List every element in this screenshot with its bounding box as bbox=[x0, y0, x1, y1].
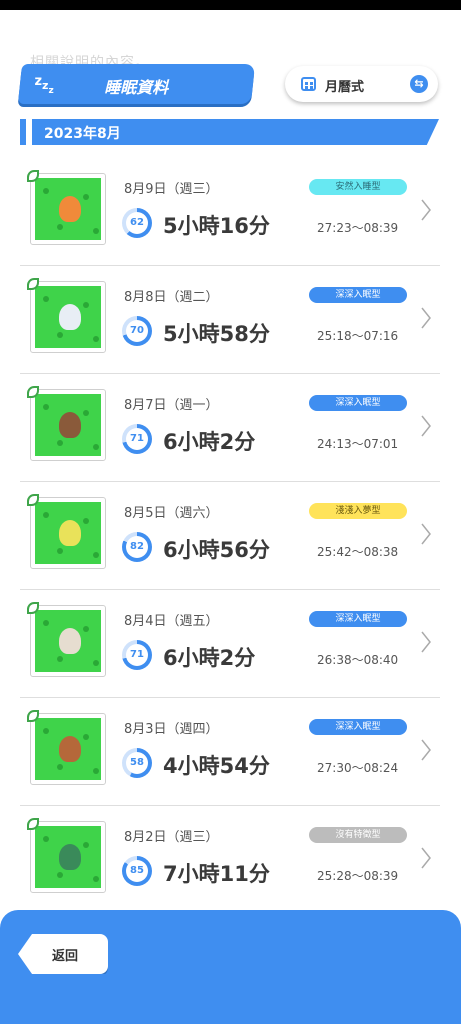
record-date: 8月2日（週三） bbox=[124, 830, 219, 845]
sleep-score-ring: 58 bbox=[122, 748, 152, 778]
sleep-score: 62 bbox=[126, 212, 148, 234]
record-date: 8月8日（週二） bbox=[124, 290, 219, 305]
sleep-style-thumbnail bbox=[27, 170, 106, 245]
chevron-right-icon bbox=[421, 739, 431, 761]
sleep-time-range: 26:38〜08:40 bbox=[317, 653, 399, 667]
sleep-score: 71 bbox=[126, 644, 148, 666]
sleep-score-ring: 70 bbox=[122, 316, 152, 346]
sleep-record-row[interactable]: 8月5日（週六） 82 6小時56分 淺淺入夢型 25:42〜08:38 bbox=[20, 482, 440, 590]
page-title-tab: zzz 睡眠資料 bbox=[17, 64, 256, 104]
sleep-record-row[interactable]: 8月2日（週三） 85 7小時11分 沒有特徵型 25:28〜08:39 bbox=[20, 806, 440, 914]
chevron-right-icon bbox=[421, 847, 431, 869]
sleep-score-ring: 85 bbox=[122, 856, 152, 886]
sleep-style-thumbnail bbox=[27, 494, 106, 569]
month-banner: 2023年8月 bbox=[20, 119, 439, 145]
month-label: 2023年8月 bbox=[44, 126, 121, 142]
record-date: 8月9日（週三） bbox=[124, 182, 219, 197]
sleep-score: 70 bbox=[126, 320, 148, 342]
sleep-score-ring: 71 bbox=[122, 424, 152, 454]
sleep-type-badge: 深深入眠型 bbox=[309, 395, 407, 411]
sleep-score: 82 bbox=[126, 536, 148, 558]
record-date: 8月4日（週五） bbox=[124, 614, 219, 629]
view-toggle-label: 月曆式 bbox=[325, 80, 365, 95]
chevron-right-icon bbox=[421, 631, 431, 653]
swap-icon[interactable]: ⇆ bbox=[410, 75, 428, 93]
sleep-duration: 6小時2分 bbox=[163, 646, 256, 670]
sleep-record-row[interactable]: 8月9日（週三） 62 5小時16分 安然入睡型 27:23〜08:39 bbox=[20, 158, 440, 266]
back-button[interactable]: 返回 bbox=[18, 934, 108, 974]
sleep-style-thumbnail bbox=[27, 710, 106, 785]
sleep-score-ring: 71 bbox=[122, 640, 152, 670]
sleep-duration: 4小時54分 bbox=[163, 754, 270, 778]
sleep-score: 71 bbox=[126, 428, 148, 450]
chevron-right-icon bbox=[421, 307, 431, 329]
sleep-type-badge: 深深入眠型 bbox=[309, 287, 407, 303]
back-button-label: 返回 bbox=[52, 949, 79, 964]
chevron-right-icon bbox=[421, 415, 431, 437]
sleep-score-ring: 62 bbox=[122, 208, 152, 238]
sleep-record-row[interactable]: 8月8日（週二） 70 5小時58分 深深入眠型 25:18〜07:16 bbox=[20, 266, 440, 374]
sleep-record-list: 8月9日（週三） 62 5小時16分 安然入睡型 27:23〜08:39 8月8… bbox=[20, 158, 440, 914]
sleep-style-thumbnail bbox=[27, 602, 106, 677]
sleep-record-row[interactable]: 8月3日（週四） 58 4小時54分 深深入眠型 27:30〜08:24 bbox=[20, 698, 440, 806]
calendar-icon bbox=[301, 77, 316, 91]
record-date: 8月5日（週六） bbox=[124, 506, 219, 521]
sleep-duration: 6小時56分 bbox=[163, 538, 270, 562]
sleep-style-thumbnail bbox=[27, 386, 106, 461]
sleep-record-row[interactable]: 8月4日（週五） 71 6小時2分 深深入眠型 26:38〜08:40 bbox=[20, 590, 440, 698]
sleep-style-thumbnail bbox=[27, 278, 106, 353]
chevron-right-icon bbox=[421, 523, 431, 545]
sleep-time-range: 27:23〜08:39 bbox=[317, 221, 399, 235]
sleep-record-row[interactable]: 8月7日（週一） 71 6小時2分 深深入眠型 24:13〜07:01 bbox=[20, 374, 440, 482]
sleep-type-badge: 沒有特徵型 bbox=[309, 827, 407, 843]
sleep-duration: 7小時11分 bbox=[163, 862, 270, 886]
sleep-type-badge: 淺淺入夢型 bbox=[309, 503, 407, 519]
sleep-time-range: 25:42〜08:38 bbox=[317, 545, 399, 559]
sleep-duration: 6小時2分 bbox=[163, 430, 256, 454]
sleep-duration: 5小時58分 bbox=[163, 322, 270, 346]
record-date: 8月3日（週四） bbox=[124, 722, 219, 737]
sleep-time-range: 25:28〜08:39 bbox=[317, 869, 399, 883]
sleep-time-range: 24:13〜07:01 bbox=[317, 437, 399, 451]
sleep-score: 85 bbox=[126, 860, 148, 882]
sleep-time-range: 25:18〜07:16 bbox=[317, 329, 399, 343]
sleep-duration: 5小時16分 bbox=[163, 214, 270, 238]
sleep-score-ring: 82 bbox=[122, 532, 152, 562]
sleep-type-badge: 深深入眠型 bbox=[309, 611, 407, 627]
calendar-view-toggle[interactable]: 月曆式 ⇆ bbox=[285, 66, 438, 102]
footer-bar: 返回 bbox=[0, 910, 461, 1024]
page-title: 睡眠資料 bbox=[104, 78, 169, 97]
sleep-score: 58 bbox=[126, 752, 148, 774]
sleep-type-badge: 安然入睡型 bbox=[309, 179, 407, 195]
status-bar bbox=[0, 0, 461, 10]
sleep-type-badge: 深深入眠型 bbox=[309, 719, 407, 735]
record-date: 8月7日（週一） bbox=[124, 398, 219, 413]
sleep-style-thumbnail bbox=[27, 818, 106, 893]
sleep-time-range: 27:30〜08:24 bbox=[317, 761, 399, 775]
chevron-right-icon bbox=[421, 199, 431, 221]
